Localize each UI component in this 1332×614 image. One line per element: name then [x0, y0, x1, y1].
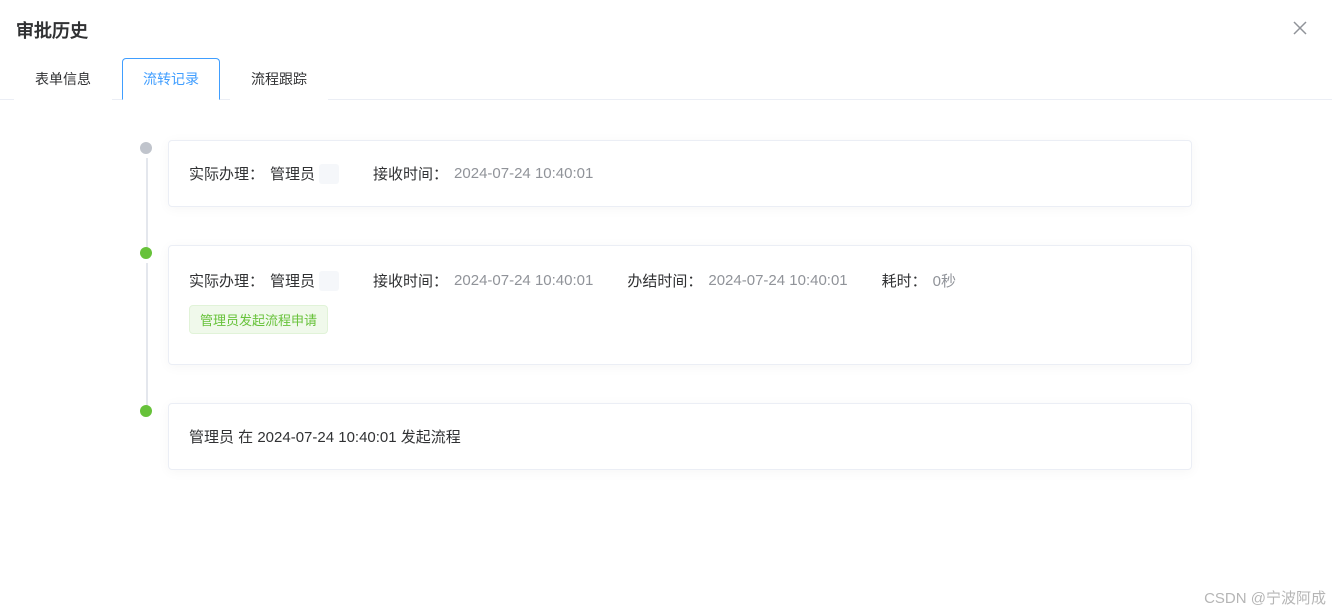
- tabs-container: 表单信息 流转记录 流程跟踪: [0, 57, 1332, 100]
- tab-flow-trace[interactable]: 流程跟踪: [230, 58, 328, 100]
- watermark: CSDN @宁波阿成: [1204, 587, 1326, 608]
- handler-label: 实际办理：: [189, 163, 264, 184]
- timeline-connector: [146, 158, 148, 253]
- timeline-item: 管理员 在 2024-07-24 10:40:01 发起流程: [168, 403, 1192, 470]
- receive-time-label: 接收时间：: [373, 270, 448, 291]
- handler-label: 实际办理：: [189, 270, 264, 291]
- timeline-card: 管理员 在 2024-07-24 10:40:01 发起流程: [168, 403, 1192, 470]
- timeline-card: 实际办理： 管理员 接收时间： 2024-07-24 10:40:01 办结时间…: [168, 245, 1192, 365]
- tab-content: 实际办理： 管理员 接收时间： 2024-07-24 10:40:01: [0, 100, 1332, 500]
- avatar-icon: [319, 271, 339, 291]
- avatar-icon: [319, 164, 339, 184]
- initiate-text: 管理员 在 2024-07-24 10:40:01 发起流程: [189, 426, 1171, 447]
- handler-value: 管理员: [270, 163, 315, 184]
- receive-time-value: 2024-07-24 10:40:01: [454, 272, 593, 289]
- timeline-card: 实际办理： 管理员 接收时间： 2024-07-24 10:40:01: [168, 140, 1192, 207]
- timeline-connector: [146, 263, 148, 411]
- receive-time-value: 2024-07-24 10:40:01: [454, 165, 593, 182]
- timeline: 实际办理： 管理员 接收时间： 2024-07-24 10:40:01: [140, 140, 1192, 470]
- receive-time-field: 接收时间： 2024-07-24 10:40:01: [373, 270, 593, 291]
- duration-field: 耗时： 0秒: [882, 270, 956, 291]
- duration-label: 耗时：: [882, 270, 927, 291]
- receive-time-field: 接收时间： 2024-07-24 10:40:01: [373, 163, 593, 184]
- timeline-dot-icon: [140, 142, 152, 154]
- dialog-title: 审批历史: [16, 17, 88, 43]
- close-button[interactable]: [1288, 16, 1312, 43]
- timeline-dot-icon: [140, 247, 152, 259]
- timeline-dot-icon: [140, 405, 152, 417]
- handler-value: 管理员: [270, 270, 315, 291]
- timeline-item: 实际办理： 管理员 接收时间： 2024-07-24 10:40:01: [168, 140, 1192, 245]
- tab-form-info[interactable]: 表单信息: [14, 58, 112, 100]
- handler-field: 实际办理： 管理员: [189, 163, 339, 184]
- tab-flow-record[interactable]: 流转记录: [122, 58, 220, 100]
- dialog-header: 审批历史: [0, 0, 1332, 51]
- finish-time-value: 2024-07-24 10:40:01: [708, 272, 847, 289]
- finish-time-field: 办结时间： 2024-07-24 10:40:01: [627, 270, 847, 291]
- close-icon: [1292, 20, 1308, 36]
- finish-time-label: 办结时间：: [627, 270, 702, 291]
- handler-field: 实际办理： 管理员: [189, 270, 339, 291]
- duration-value: 0秒: [933, 270, 956, 291]
- timeline-item: 实际办理： 管理员 接收时间： 2024-07-24 10:40:01 办结时间…: [168, 245, 1192, 403]
- status-tag: 管理员发起流程申请: [189, 305, 328, 334]
- receive-time-label: 接收时间：: [373, 163, 448, 184]
